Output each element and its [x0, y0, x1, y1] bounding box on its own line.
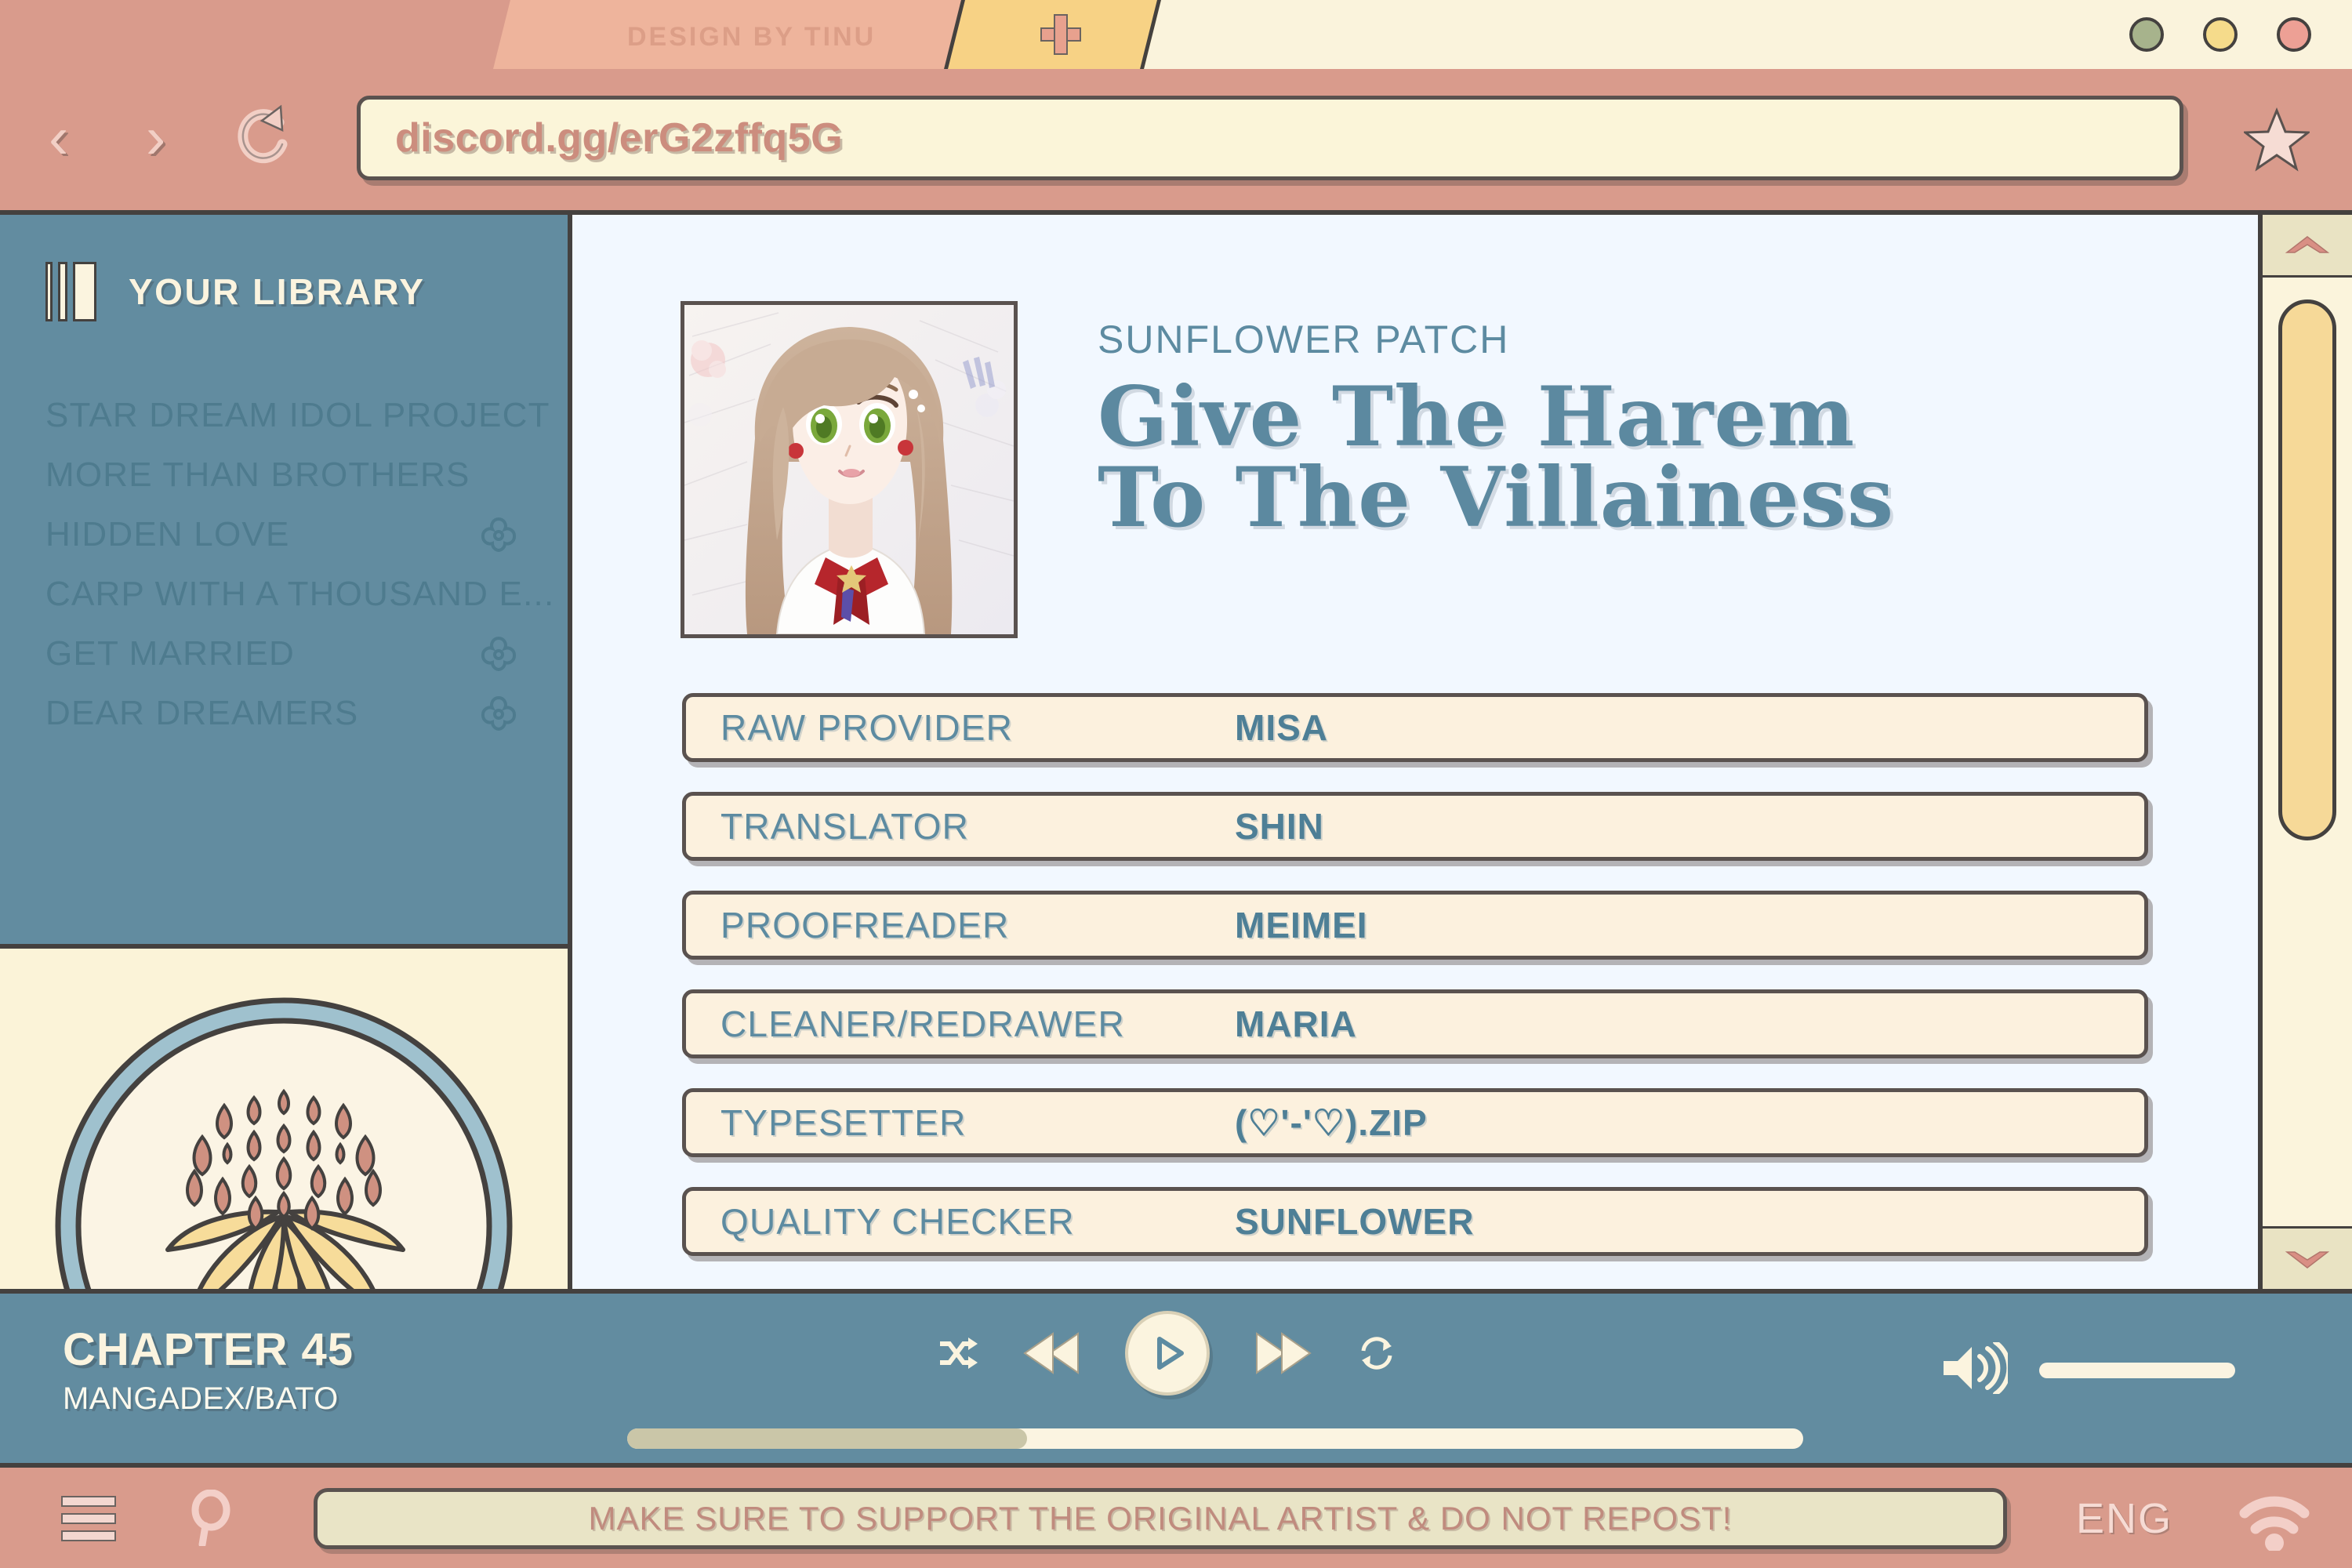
credit-role: CLEANER/REDRAWER	[720, 1004, 1125, 1044]
flower-icon[interactable]	[480, 516, 517, 554]
credit-role: TYPESETTER	[720, 1102, 967, 1143]
list-item-label: HIDDEN LOVE	[45, 515, 290, 554]
chapter-title: CHAPTER 45	[63, 1324, 354, 1375]
vertical-scrollbar[interactable]	[2258, 215, 2352, 1289]
tab-strip: DESIGN BY TINU	[0, 0, 2352, 69]
navigation-bar: ‹ › discord.gg/erG2zffq5G	[0, 69, 2352, 210]
list-item-label: MORE THAN BROTHERS	[45, 456, 470, 494]
back-icon[interactable]: ‹	[49, 107, 68, 169]
flower-icon[interactable]	[480, 695, 517, 732]
rewind-icon[interactable]	[1022, 1330, 1081, 1376]
table-row: QUALITY CHECKER SUNFLOWER	[682, 1187, 2148, 1256]
maximize-button[interactable]	[2203, 17, 2238, 52]
table-row: RAW PROVIDER MISA	[682, 693, 2148, 762]
credit-name: MISA	[1235, 707, 1328, 748]
play-icon[interactable]	[1125, 1311, 1210, 1396]
table-row: CLEANER/REDRAWER MARIA	[682, 989, 2148, 1058]
sidebar-item-star-dream-idol-project[interactable]: STAR DREAM IDOL PROJECT	[45, 386, 549, 445]
credit-name: MEIMEI	[1235, 905, 1368, 946]
list-item-label: CARP WITH A THOUSAND E...	[45, 575, 555, 613]
credit-name: SHIN	[1235, 806, 1324, 847]
credit-name: SUNFLOWER	[1235, 1201, 1475, 1242]
page-title-line1: Give The Harem	[1098, 368, 1856, 465]
repeat-icon[interactable]	[1357, 1334, 1396, 1373]
playback-progress-slider[interactable]	[627, 1428, 1803, 1449]
scrollbar-thumb[interactable]	[2278, 299, 2336, 840]
volume-icon[interactable]	[1940, 1340, 2012, 1398]
credit-role: RAW PROVIDER	[720, 707, 1014, 748]
library-icon	[45, 262, 102, 321]
sidebar-item-get-married[interactable]: GET MARRIED	[45, 624, 532, 684]
transport-controls	[937, 1311, 1396, 1396]
sidebar-item-dear-dreamers[interactable]: DEAR DREAMERS	[45, 684, 532, 743]
series-header: SUNFLOWER PATCH Give The Harem To The Vi…	[1098, 317, 2195, 538]
credit-role: QUALITY CHECKER	[720, 1201, 1075, 1242]
support-banner: MAKE SURE TO SUPPORT THE ORIGINAL ARTIST…	[314, 1488, 2007, 1549]
wifi-icon[interactable]	[2238, 1494, 2310, 1552]
close-button[interactable]	[2277, 17, 2311, 52]
list-item-label: STAR DREAM IDOL PROJECT	[45, 396, 550, 434]
sidebar: YOUR LIBRARY STAR DREAM IDOL PROJECT MOR…	[0, 215, 572, 1504]
browser-chrome: DESIGN BY TINU ‹ › discord.gg/erG2zffq5G	[0, 0, 2352, 215]
sidebar-item-carp-with-a-thousand-e[interactable]: CARP WITH A THOUSAND E...	[45, 564, 554, 624]
flower-icon[interactable]	[480, 635, 517, 673]
page-title: Give The Harem To The Villainess	[1098, 368, 2195, 546]
list-item-label: DEAR DREAMERS	[45, 694, 359, 732]
language-selector[interactable]: ENG	[2076, 1494, 2172, 1543]
star-icon[interactable]	[2241, 107, 2312, 172]
sidebar-item-hidden-love[interactable]: HIDDEN LOVE	[45, 505, 532, 564]
url-text: discord.gg/erG2zffq5G	[395, 115, 844, 161]
credit-role: TRANSLATOR	[720, 806, 970, 847]
chevron-down-icon[interactable]	[2263, 1226, 2352, 1289]
library-title: YOUR LIBRARY	[129, 271, 426, 312]
plus-icon[interactable]	[1040, 14, 1081, 55]
volume-control	[1940, 1340, 2235, 1398]
address-bar[interactable]: discord.gg/erG2zffq5G	[357, 96, 2183, 180]
series-cover	[681, 301, 1018, 638]
window-controls	[2129, 17, 2311, 52]
tab-watermark: DESIGN BY TINU	[627, 22, 877, 52]
page-title-line2: To The Villainess	[1098, 448, 1895, 546]
credits-table: RAW PROVIDER MISA TRANSLATOR SHIN PROOFR…	[682, 693, 2148, 1286]
table-row: PROOFREADER MEIMEI	[682, 891, 2148, 960]
sidebar-item-more-than-brothers[interactable]: MORE THAN BROTHERS	[45, 445, 532, 505]
progress-fill	[627, 1428, 1027, 1449]
library-header: YOUR LIBRARY	[45, 262, 425, 321]
chapter-source: MANGADEX/BATO	[63, 1381, 339, 1416]
banner-text: MAKE SURE TO SUPPORT THE ORIGINAL ARTIST…	[588, 1500, 1733, 1537]
reload-icon[interactable]	[234, 103, 292, 169]
status-bar: MAKE SURE TO SUPPORT THE ORIGINAL ARTIST…	[0, 1468, 2352, 1568]
table-row: TYPESETTER (♡'-'♡).ZIP	[682, 1088, 2148, 1157]
chevron-up-icon[interactable]	[2263, 215, 2352, 278]
hamburger-menu-icon[interactable]	[61, 1496, 116, 1541]
scanlation-group-name: SUNFLOWER PATCH	[1098, 318, 1510, 361]
table-row: TRANSLATOR SHIN	[682, 792, 2148, 861]
library-list: STAR DREAM IDOL PROJECT MORE THAN BROTHE…	[45, 386, 554, 743]
forward-icon[interactable]: ›	[146, 107, 165, 169]
credit-name: (♡'-'♡).ZIP	[1235, 1102, 1428, 1143]
search-icon[interactable]	[187, 1489, 235, 1548]
list-item-label: GET MARRIED	[45, 634, 295, 673]
credit-name: MARIA	[1235, 1004, 1357, 1044]
content-area: SUNFLOWER PATCH Give The Harem To The Vi…	[572, 215, 2258, 1289]
minimize-button[interactable]	[2129, 17, 2164, 52]
volume-slider[interactable]	[2039, 1362, 2235, 1378]
fast-forward-icon[interactable]	[1254, 1330, 1313, 1376]
shuffle-icon[interactable]	[937, 1333, 978, 1374]
credit-role: PROOFREADER	[720, 905, 1010, 946]
app-window: DESIGN BY TINU ‹ › discord.gg/erG2zffq5G	[0, 0, 2352, 1568]
